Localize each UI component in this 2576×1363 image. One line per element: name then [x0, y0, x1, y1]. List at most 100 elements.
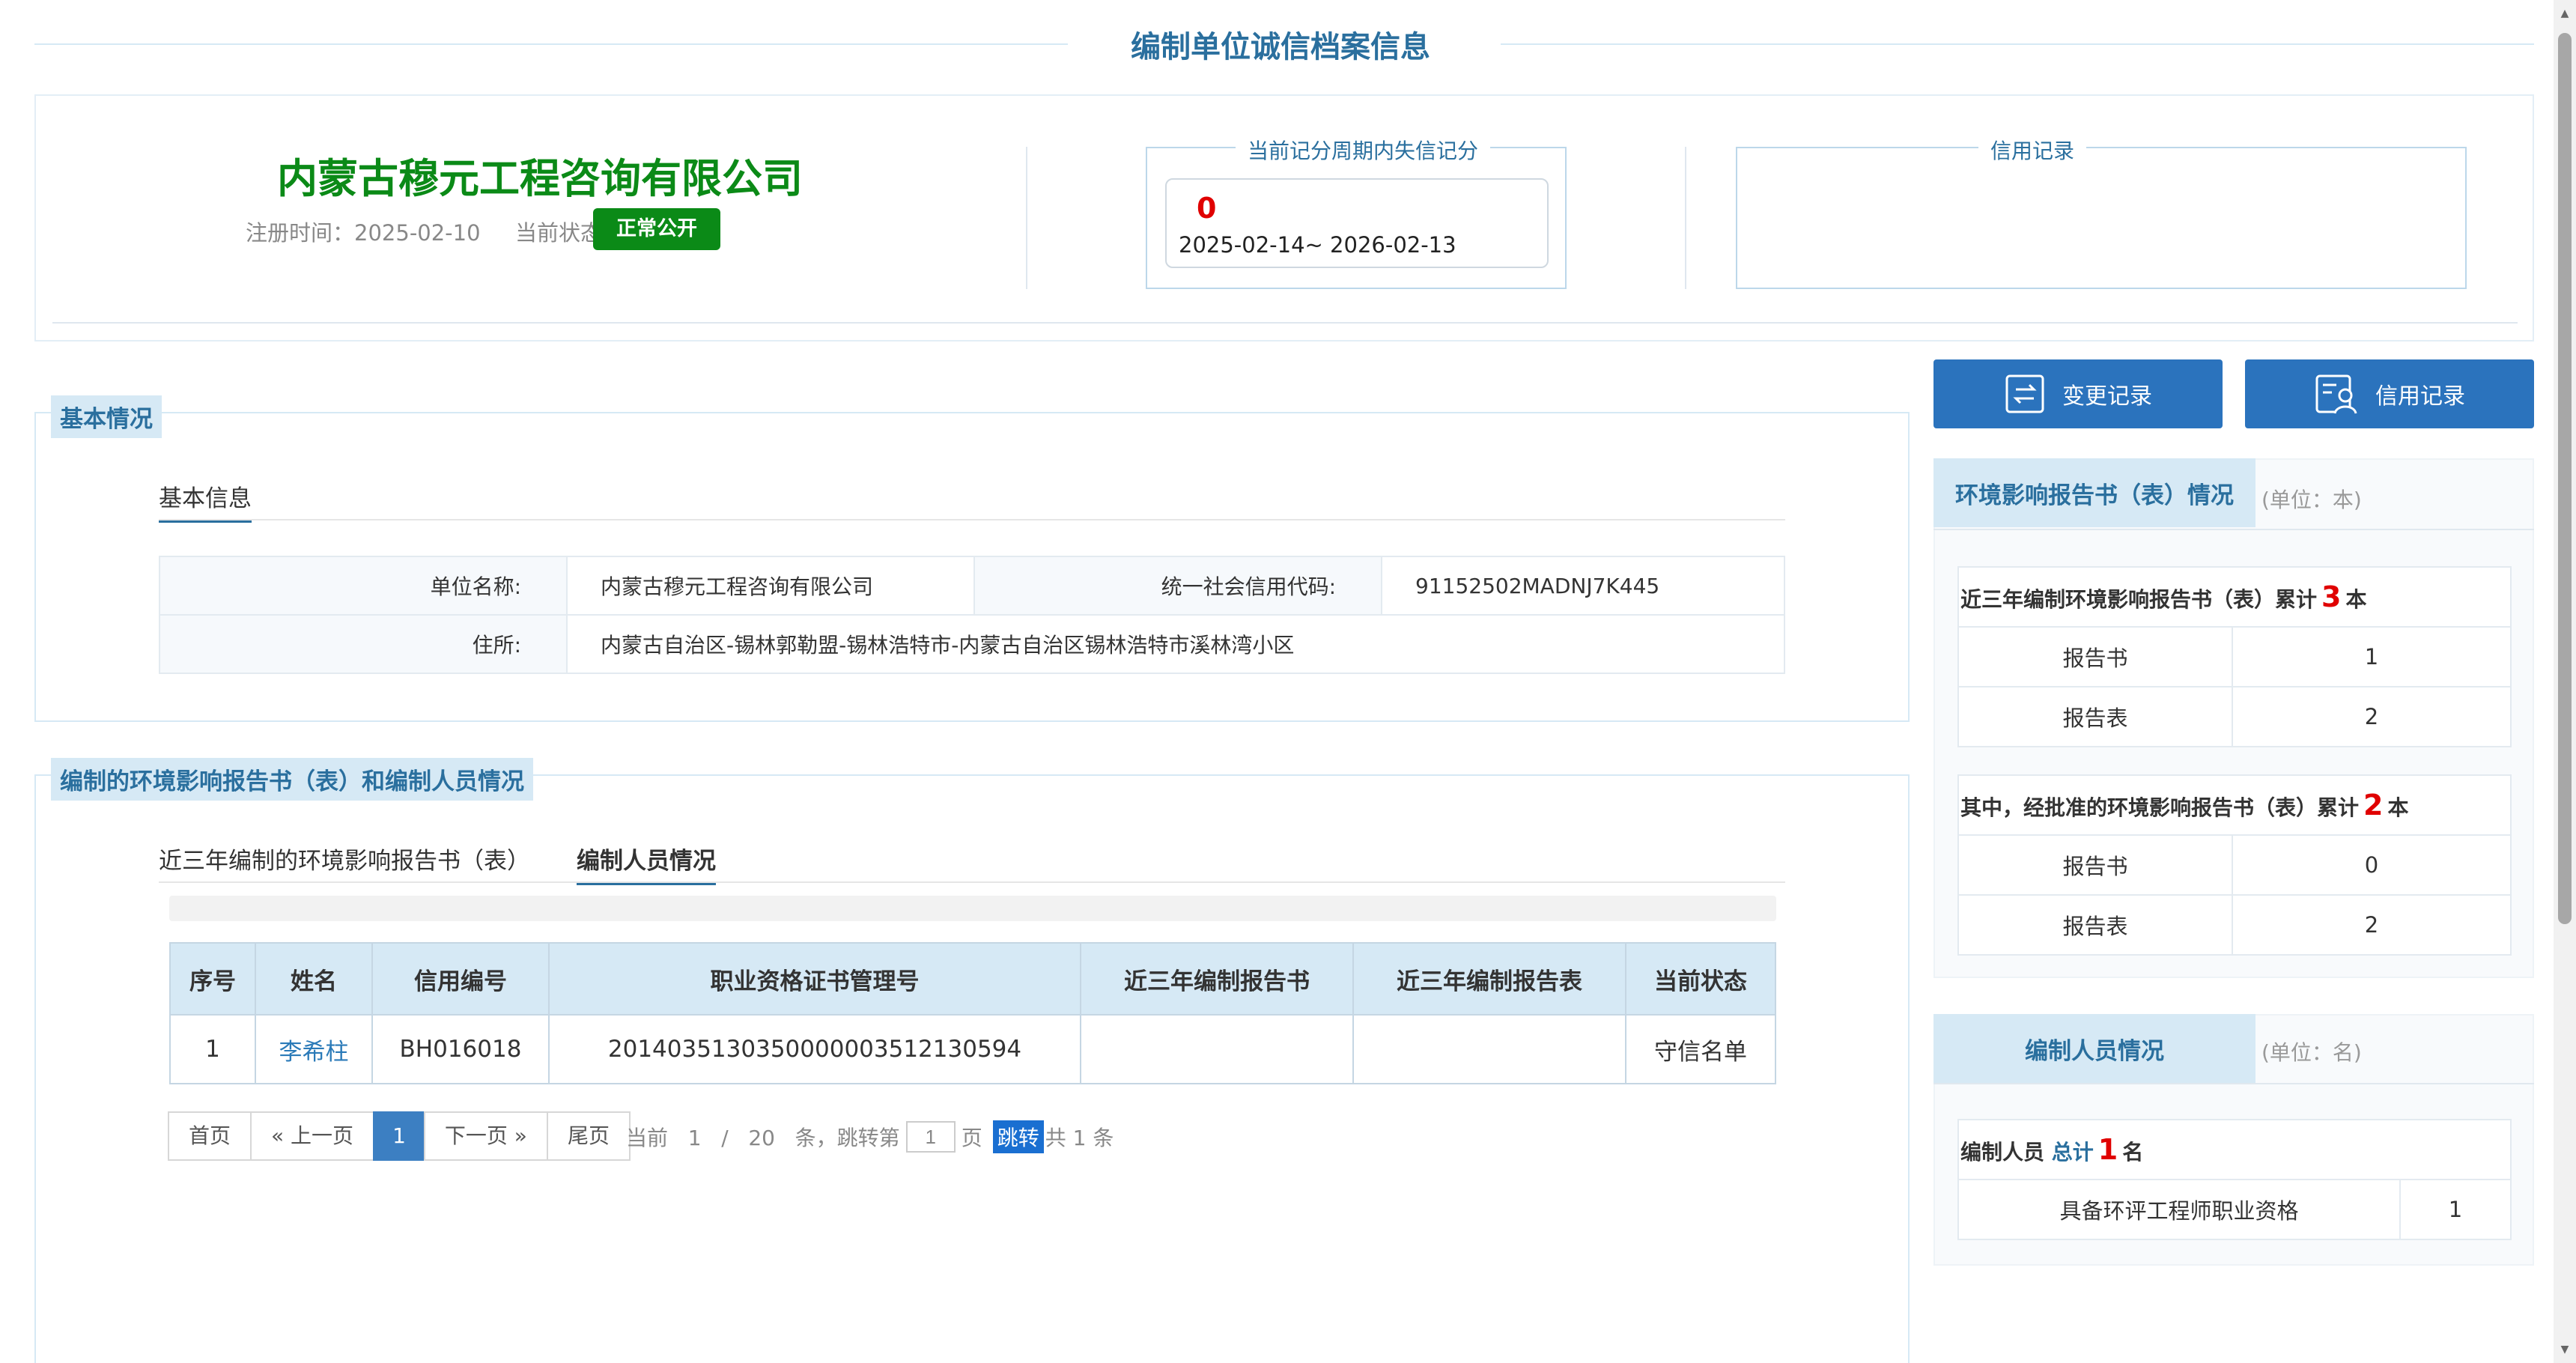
staff-table: 序号 姓名 信用编号 职业资格证书管理号 近三年编制报告书 近三年编制报告表 当…	[169, 942, 1776, 1084]
report-approved-table: 其中，经批准的环境影响报告书（表）累计 2 本 报告书 0 报告表 2	[1957, 774, 2512, 956]
title-line-right	[1501, 43, 2534, 45]
unit-name-label: 单位名称:	[159, 556, 568, 616]
score-period: 2025-02-14~ 2026-02-13	[1179, 232, 1456, 258]
form-count: 2	[2232, 686, 2512, 747]
address-label: 住所:	[159, 614, 568, 674]
credit-code-label: 统一社会信用代码:	[973, 556, 1382, 616]
swap-document-icon	[2005, 374, 2044, 413]
reg-label: 注册时间：	[246, 220, 355, 246]
scroll-down-icon[interactable]: ▼	[2557, 1344, 2573, 1359]
basic-section-title: 基本情况	[51, 395, 162, 438]
company-name: 内蒙古穆元工程咨询有限公司	[277, 155, 803, 202]
summary-divider	[52, 322, 2518, 324]
reg-date: 2025-02-10	[354, 220, 481, 246]
col-name: 姓名	[255, 942, 373, 1016]
scroll-up-icon[interactable]: ▲	[2557, 7, 2573, 22]
score-card: 0 2025-02-14~ 2026-02-13	[1165, 178, 1549, 268]
tab-basic-info[interactable]: 基本信息	[159, 479, 252, 523]
qual-label: 具备环评工程师职业资格	[1957, 1179, 2401, 1240]
person-card-icon	[2315, 374, 2357, 414]
staff-stats-head: 编制人员情况	[1933, 1014, 2255, 1083]
col-status: 当前状态	[1625, 942, 1776, 1016]
pager-info-text: 当前 1 / 20 条，跳转第	[626, 1126, 900, 1150]
caption-text: 其中，经批准的环境影响报告书（表）累计	[1960, 795, 2360, 820]
tab-recent-reports[interactable]: 近三年编制的环境影响报告书（表）	[159, 842, 530, 883]
cell-forms	[1352, 1014, 1626, 1084]
col-forms: 近三年编制报告表	[1352, 942, 1626, 1016]
jump-page-input[interactable]	[905, 1121, 956, 1153]
staff-stats-table: 编制人员 总计 1 名 具备环评工程师职业资格 1	[1957, 1119, 2512, 1240]
cell-status: 守信名单	[1625, 1014, 1776, 1084]
form-label: 报告表	[1957, 894, 2233, 956]
table-row: 具备环评工程师职业资格 1	[1957, 1179, 2512, 1240]
first-page-button[interactable]: 首页	[168, 1111, 252, 1161]
scrollbar-thumb[interactable]	[2558, 33, 2572, 924]
col-cert-no: 职业资格证书管理号	[548, 942, 1081, 1016]
status-badge: 正常公开	[593, 208, 720, 250]
report-unit: (单位：本)	[2261, 488, 2362, 512]
tab-underline	[159, 881, 1785, 883]
cell-credit-no: BH016018	[371, 1014, 550, 1084]
next-page-button[interactable]: 下一页 »	[423, 1111, 548, 1161]
score-value: 0	[1197, 192, 1217, 225]
report-stats-head: 环境影响报告书（表）情况	[1933, 458, 2255, 527]
reports-section-title: 编制的环境影响报告书（表）和编制人员情况	[51, 758, 533, 801]
book-label: 报告书	[1957, 626, 2233, 687]
current-page-button[interactable]: 1	[373, 1111, 425, 1161]
table-row: 1 李希柱 BH016018 2014035130350000003512130…	[169, 1014, 1776, 1084]
pager-page-word: 页	[961, 1126, 982, 1150]
col-credit-no: 信用编号	[371, 942, 550, 1016]
col-index: 序号	[169, 942, 256, 1016]
pager-info: 当前 1 / 20 条，跳转第 页 跳转 共 1 条	[626, 1120, 1114, 1153]
table-row: 报告表 2	[1957, 894, 2512, 956]
staff-unit-word: 名	[2122, 1140, 2144, 1165]
divider	[1026, 147, 1027, 289]
cell-cert-no: 2014035130350000003512130594	[548, 1014, 1081, 1084]
divider	[1685, 147, 1686, 289]
col-books: 近三年编制报告书	[1080, 942, 1354, 1016]
approved-count: 2	[2363, 789, 2384, 822]
change-record-button[interactable]: 变更记录	[1933, 359, 2223, 428]
address-value: 内蒙古自治区-锡林郭勒盟-锡林浩特市-内蒙古自治区锡林浩特市溪林湾小区	[566, 614, 1785, 674]
page-title: 编制单位诚信档案信息	[1131, 30, 1430, 64]
credit-record-button[interactable]: 信用记录	[2245, 359, 2534, 428]
table-row: 报告表 2	[1957, 686, 2512, 747]
score-legend: 当前记分周期内失信记分	[1236, 135, 1491, 165]
staff-unit: (单位：名)	[2261, 1040, 2362, 1065]
change-record-label: 变更记录	[2062, 383, 2152, 410]
pager-total: 共 1 条	[1045, 1126, 1114, 1150]
credit-legend: 信用记录	[1978, 135, 2087, 165]
table-row: 报告书 1	[1957, 626, 2512, 687]
pagination: 首页 « 上一页 1 下一页 » 尾页	[168, 1111, 631, 1161]
staff-count: 1	[2097, 1133, 2118, 1166]
approved-caption: 其中，经批准的环境影响报告书（表）累计 2 本	[1957, 774, 2512, 836]
report-head-line	[1933, 529, 2534, 530]
book-label: 报告书	[1957, 834, 2233, 896]
prev-page-button[interactable]: « 上一页	[250, 1111, 375, 1161]
score-fieldset: 当前记分周期内失信记分 0 2025-02-14~ 2026-02-13	[1146, 135, 1567, 289]
book-count: 1	[2232, 626, 2512, 687]
credit-fieldset: 信用记录	[1736, 135, 2467, 289]
jump-button[interactable]: 跳转	[992, 1120, 1044, 1153]
unit-name-value: 内蒙古穆元工程咨询有限公司	[566, 556, 975, 616]
form-label: 报告表	[1957, 686, 2233, 747]
cell-name: 李希柱	[255, 1014, 373, 1084]
staff-name-link[interactable]: 李希柱	[279, 1039, 349, 1066]
last-page-button[interactable]: 尾页	[546, 1111, 631, 1161]
staff-head-line	[1933, 1083, 2534, 1084]
table-row: 报告书 0	[1957, 834, 2512, 896]
tab-staff[interactable]: 编制人员情况	[577, 842, 716, 885]
credit-record-label: 信用记录	[2375, 383, 2465, 410]
qual-count: 1	[2399, 1179, 2512, 1240]
credit-code-value: 91152502MADNJ7K445	[1381, 556, 1785, 616]
unit-word: 本	[2387, 795, 2409, 820]
approved-form-count: 2	[2232, 894, 2512, 956]
total-count: 3	[2321, 580, 2342, 613]
staff-total-word: 总计	[2051, 1140, 2094, 1165]
cell-books	[1080, 1014, 1354, 1084]
unit-word: 本	[2345, 587, 2367, 612]
caption-text: 编制人员	[1960, 1140, 2045, 1165]
report-total-caption: 近三年编制环境影响报告书（表）累计 3 本	[1957, 566, 2512, 628]
title-line-left	[34, 43, 1068, 45]
table-header-row: 序号 姓名 信用编号 职业资格证书管理号 近三年编制报告书 近三年编制报告表 当…	[169, 942, 1776, 1016]
